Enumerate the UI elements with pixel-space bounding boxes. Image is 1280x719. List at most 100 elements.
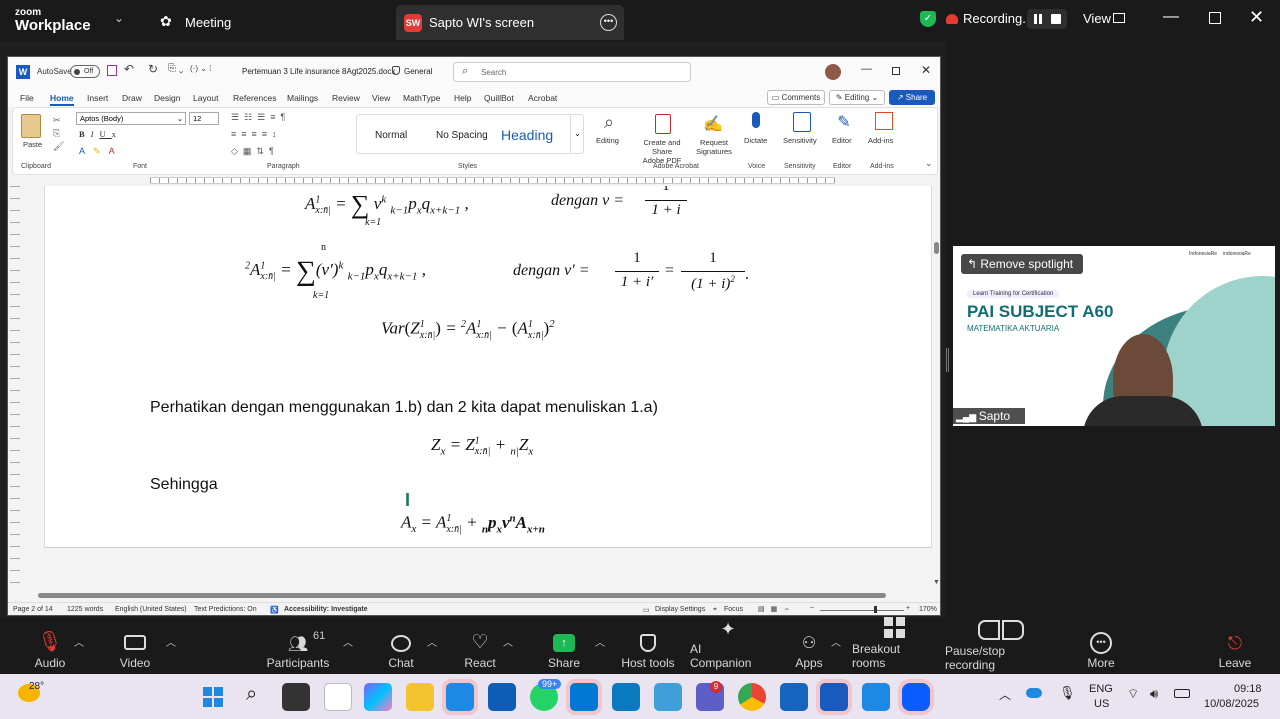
- editing-search-icon[interactable]: ⌕: [597, 112, 621, 136]
- file-explorer-icon[interactable]: [406, 683, 434, 711]
- tab-mailings[interactable]: Mailings: [287, 93, 318, 103]
- search-box[interactable]: ⌕ Search: [453, 62, 691, 82]
- meeting-tab[interactable]: Meeting: [185, 15, 231, 30]
- clock-date[interactable]: 10/08/2025: [1204, 698, 1259, 710]
- status-accessibility[interactable]: Accessibility: Investigate: [284, 606, 368, 613]
- app-icon-2[interactable]: [654, 683, 682, 711]
- encryption-shield-icon[interactable]: ✓: [920, 11, 936, 27]
- onedrive-icon[interactable]: [1026, 688, 1042, 698]
- paste-icon[interactable]: [21, 114, 41, 138]
- tab-home[interactable]: Home: [50, 93, 74, 103]
- tab-review[interactable]: Review: [332, 93, 360, 103]
- outlook-icon[interactable]: [570, 683, 598, 711]
- zoom-taskbar-icon[interactable]: [902, 683, 930, 711]
- recording-controls[interactable]: [1027, 9, 1067, 29]
- addins-button[interactable]: Add-ins: [868, 136, 893, 145]
- tab-help[interactable]: Help: [454, 93, 471, 103]
- list-icons[interactable]: ☰☷☰≡¶: [231, 112, 290, 123]
- request-signatures-button[interactable]: Request Signatures: [693, 138, 735, 156]
- taskbar-search-icon[interactable]: ⌕: [246, 683, 257, 706]
- view-mode-icons[interactable]: ▤▦⇔: [758, 605, 796, 613]
- tab-insert[interactable]: Insert: [87, 93, 108, 103]
- create-share-pdf-button[interactable]: Create and Share Adobe PDF: [633, 138, 691, 165]
- tab-quillbot[interactable]: QuillBot: [484, 93, 514, 103]
- tab-layout[interactable]: Layout: [193, 93, 219, 103]
- zoom-slider[interactable]: [820, 610, 904, 611]
- document-filename[interactable]: Pertemuan 3 Life insurance 8Agt2025.docx: [242, 67, 395, 76]
- status-focus[interactable]: Focus: [724, 606, 743, 613]
- editing-mode-button[interactable]: ✎ Editing ⌄: [829, 90, 885, 105]
- zoom-out-icon[interactable]: −: [810, 605, 814, 612]
- horizontal-ruler[interactable]: [8, 175, 940, 186]
- notepad-icon[interactable]: [780, 683, 808, 711]
- horizontal-scrollbar[interactable]: [28, 591, 932, 601]
- font-size-select[interactable]: 12: [189, 112, 219, 125]
- comments-button[interactable]: ▭ Comments: [767, 90, 825, 105]
- status-page[interactable]: Page 2 of 14: [13, 606, 53, 613]
- ribbon-collapse-icon[interactable]: ⌄: [925, 158, 933, 169]
- clipboard-tools-icon[interactable]: ✂ ⎘ 🖌: [53, 114, 64, 153]
- share-tab[interactable]: SW Sapto WI's screen •••: [396, 5, 624, 40]
- edge-browser-icon[interactable]: [446, 683, 474, 711]
- status-predictions[interactable]: Text Predictions: On: [194, 606, 257, 613]
- pause-stop-recording-button[interactable]: Pause/stop recording: [945, 620, 1057, 672]
- quick-access-more-icon[interactable]: (·) ⌄ ⁞: [190, 64, 211, 73]
- battery-icon[interactable]: [1174, 689, 1190, 698]
- language-line1[interactable]: ENG: [1089, 683, 1113, 695]
- horizontal-scroll-thumb[interactable]: [38, 593, 886, 598]
- autosave-toggle[interactable]: Off: [70, 65, 100, 78]
- zoom-in-icon[interactable]: +: [906, 605, 910, 612]
- tab-file[interactable]: File: [20, 93, 34, 103]
- word-taskbar-icon[interactable]: [820, 683, 848, 711]
- sensitivity-button[interactable]: Sensitivity: [783, 136, 817, 145]
- wifi-icon[interactable]: ⌔: [1127, 686, 1139, 702]
- video-button[interactable]: Video: [115, 626, 155, 670]
- ai-companion-button[interactable]: ✦ AI Companion: [690, 619, 766, 670]
- close-icon[interactable]: ✕: [1249, 7, 1264, 28]
- brand-chevron-down-icon[interactable]: ⌄: [114, 11, 124, 25]
- react-button[interactable]: ♡ React: [460, 626, 500, 670]
- font-color-icons[interactable]: A✎A: [79, 146, 123, 157]
- scroll-down-icon[interactable]: ▼: [933, 579, 940, 586]
- style-heading[interactable]: Heading: [501, 127, 553, 143]
- tab-draw[interactable]: Draw: [122, 93, 142, 103]
- language-line2[interactable]: US: [1094, 698, 1109, 710]
- redo-icon[interactable]: ↻: [148, 62, 158, 76]
- task-view-icon[interactable]: [282, 683, 310, 711]
- more-button[interactable]: ••• More: [1081, 626, 1121, 670]
- word-restore-icon[interactable]: [892, 67, 900, 75]
- restore-icon[interactable]: [1209, 12, 1221, 24]
- recording-label[interactable]: Recording...: [963, 11, 1033, 26]
- save-icon[interactable]: [107, 65, 117, 76]
- video-options-icon[interactable]: ︿: [166, 634, 176, 649]
- store-icon[interactable]: [488, 683, 516, 711]
- more-options-icon[interactable]: •••: [600, 14, 617, 31]
- document-page[interactable]: A1x:n̄| = ∑ vk k−1pxqx+k−1 , k=1 dengan …: [44, 186, 932, 548]
- touch-mode-icon[interactable]: ⎘ ⌄: [168, 63, 184, 74]
- panel-resize-handle[interactable]: [946, 348, 949, 372]
- audio-button[interactable]: 🎙︎ Audio: [30, 626, 70, 670]
- apps-button[interactable]: ⚇ Apps: [789, 626, 829, 670]
- speaker-video[interactable]: Learn Training for Certification PAI SUB…: [953, 246, 1275, 426]
- status-display-settings[interactable]: Display Settings: [655, 606, 705, 613]
- tab-mathtype[interactable]: MathType: [403, 93, 440, 103]
- vertical-scroll-thumb[interactable]: [934, 242, 939, 254]
- elo-app-icon[interactable]: [324, 683, 352, 711]
- status-language[interactable]: English (United States): [115, 606, 187, 613]
- apps-options-icon[interactable]: ︿: [831, 634, 841, 649]
- dictate-button[interactable]: Dictate: [744, 136, 767, 145]
- vertical-scrollbar[interactable]: ▼: [932, 186, 940, 591]
- breakout-rooms-button[interactable]: Breakout rooms: [852, 617, 936, 670]
- chat-button[interactable]: Chat: [381, 626, 421, 670]
- status-zoom[interactable]: 170%: [919, 606, 937, 613]
- undo-icon[interactable]: ↶: [124, 62, 134, 76]
- react-options-icon[interactable]: ︿: [503, 634, 513, 649]
- editor-button[interactable]: Editor: [832, 136, 852, 145]
- share-screen-button[interactable]: ↑ Share: [544, 626, 584, 670]
- avatar[interactable]: [825, 64, 841, 80]
- host-tools-button[interactable]: Host tools: [618, 626, 678, 670]
- align-icons[interactable]: ≡≡≡≡↕: [231, 129, 282, 139]
- word-close-icon[interactable]: ✕: [921, 63, 931, 77]
- font-format-icons[interactable]: BIUx: [79, 129, 122, 139]
- tab-references[interactable]: References: [233, 93, 276, 103]
